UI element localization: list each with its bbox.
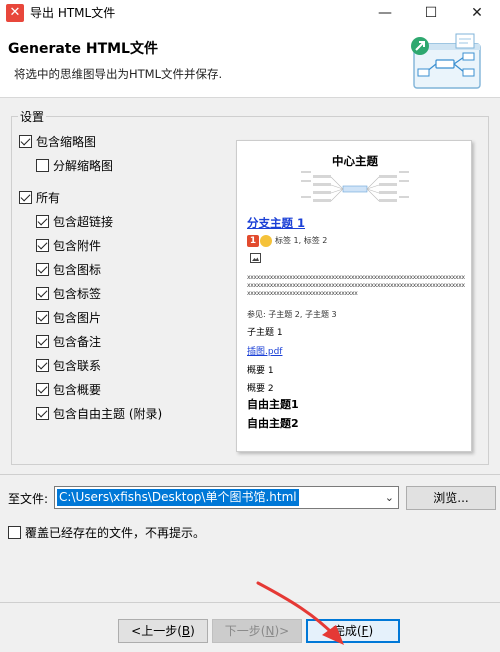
include-images-option[interactable]: 包含图片	[36, 309, 101, 327]
option-label: 包含图片	[53, 311, 102, 325]
window-title: 导出 HTML文件	[30, 6, 116, 20]
include-summary-option[interactable]: 包含概要	[36, 381, 101, 399]
checkbox[interactable]	[19, 191, 32, 204]
minimize-button[interactable]: —	[362, 0, 408, 26]
checkbox[interactable]	[36, 383, 49, 396]
select-all-option[interactable]: 所有	[19, 189, 60, 207]
checkbox[interactable]	[36, 263, 49, 276]
divider	[0, 474, 500, 475]
checkbox[interactable]	[36, 311, 49, 324]
option-label: 包含标签	[53, 287, 102, 301]
overwrite-option[interactable]: 覆盖已经存在的文件，不再提示。	[8, 524, 205, 542]
preview-attachment-link: 插图.pdf	[247, 347, 283, 357]
include-thumbnail-option[interactable]: 包含缩略图	[19, 133, 96, 151]
option-label: 分解缩略图	[53, 159, 114, 173]
maximize-button[interactable]: ☐	[408, 0, 454, 26]
settings-legend: 设置	[18, 108, 47, 125]
page-subtitle: 将选中的思维图导出为HTML文件并保存.	[14, 67, 223, 81]
chevron-down-icon[interactable]: ⌄	[385, 488, 394, 508]
file-path-value[interactable]: C:\Users\xfishs\Desktop\单个图书馆.html	[57, 489, 299, 506]
checkbox[interactable]	[36, 215, 49, 228]
checkbox[interactable]	[36, 287, 49, 300]
preview-summary-2: 概要 2	[247, 384, 274, 394]
option-label: 覆盖已经存在的文件，不再提示。	[25, 526, 206, 540]
include-notes-option[interactable]: 包含备注	[36, 333, 101, 351]
annotation-arrow-icon	[256, 581, 344, 645]
file-label: 至文件:	[8, 492, 49, 506]
smiley-icon	[260, 235, 272, 247]
option-label: 包含图标	[53, 263, 102, 277]
option-label: 包含概要	[53, 383, 102, 397]
option-label: 包含联系	[53, 359, 102, 373]
button-label-end: )	[190, 624, 195, 638]
accelerator-key: B	[181, 624, 191, 638]
export-html-illustration-icon	[411, 33, 481, 89]
title-bar: ✕ 导出 HTML文件 — ☐ ✕	[0, 0, 500, 26]
wizard-header: Generate HTML文件 将选中的思维图导出为HTML文件并保存.	[0, 26, 500, 98]
option-label: 包含超链接	[53, 215, 114, 229]
preview-summary-1: 概要 1	[247, 366, 274, 376]
checkbox[interactable]	[8, 526, 21, 539]
checkbox[interactable]	[36, 359, 49, 372]
option-label: 包含自由主题 (附录)	[53, 407, 163, 421]
include-hyperlinks-option[interactable]: 包含超链接	[36, 213, 113, 231]
option-label: 所有	[36, 191, 61, 205]
preview-free-topic-1: 自由主题1	[247, 398, 299, 411]
browse-button[interactable]: 浏览...	[406, 486, 496, 510]
mindmap-thumbnail-icon	[301, 171, 409, 202]
page-title: Generate HTML文件	[8, 41, 158, 57]
preview-center-topic: 中心主题	[332, 154, 378, 168]
include-tags-option[interactable]: 包含标签	[36, 285, 101, 303]
file-path-combobox[interactable]: C:\Users\xfishs\Desktop\单个图书馆.html ⌄	[54, 486, 399, 509]
previous-button[interactable]: <上一步(B)	[118, 619, 208, 643]
preview-free-topic-2: 自由主题2	[247, 417, 299, 430]
button-label: <上一步(	[131, 624, 182, 638]
close-button[interactable]: ✕	[454, 0, 500, 26]
preview-subtopic: 子主题 1	[247, 328, 283, 338]
checkbox[interactable]	[36, 159, 49, 172]
preview-branch-topic: 分支主题 1	[247, 216, 306, 230]
checkbox[interactable]	[19, 135, 32, 148]
option-label: 包含附件	[53, 239, 102, 253]
option-label: 包含备注	[53, 335, 102, 349]
include-floating-topics-option[interactable]: 包含自由主题 (附录)	[36, 405, 162, 423]
image-icon	[250, 253, 261, 263]
priority-number-icon: 1	[247, 235, 259, 247]
option-label: 包含缩略图	[36, 135, 97, 149]
app-logo-icon: ✕	[6, 4, 24, 22]
checkbox[interactable]	[36, 407, 49, 420]
checkbox[interactable]	[36, 335, 49, 348]
preview-note-text: xxxxxxxxxxxxxxxxxxxxxxxxxxxxxxxxxxxxxxxx…	[247, 274, 465, 297]
preview-markers: 1 标签 1, 标签 2	[247, 235, 327, 247]
include-icons-option[interactable]: 包含图标	[36, 261, 101, 279]
button-label-end: )	[368, 624, 374, 638]
preview-tags: 标签 1, 标签 2	[275, 236, 328, 245]
split-thumbnail-option[interactable]: 分解缩略图	[36, 157, 113, 175]
checkbox[interactable]	[36, 239, 49, 252]
include-attachments-option[interactable]: 包含附件	[36, 237, 101, 255]
include-relations-option[interactable]: 包含联系	[36, 357, 101, 375]
html-preview: 中心主题 分支主题 1 1 标签 1, 标签 2 xxxxxxxxxxxxxxxx…	[236, 140, 472, 452]
preview-see-also: 参见: 子主题 2, 子主题 3	[247, 310, 337, 319]
